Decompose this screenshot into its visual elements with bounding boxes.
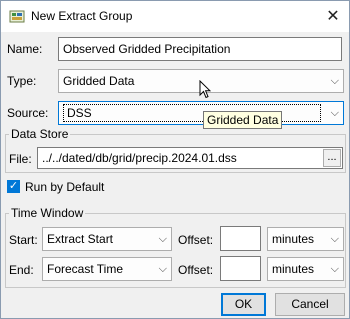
start-select-value: Extract Start: [47, 232, 114, 246]
chevron-down-icon: ⌵: [330, 107, 339, 119]
file-path-field[interactable]: ../../dated/db/grid/precip.2024.01.dss: [37, 147, 343, 169]
chevron-down-icon: ⌵: [330, 263, 339, 275]
chevron-down-icon: ⌵: [158, 263, 167, 275]
start-offset-field[interactable]: [220, 226, 261, 251]
time-window-title: Time Window: [9, 206, 86, 220]
file-label: File:: [9, 152, 32, 166]
end-label: End:: [9, 263, 34, 277]
chevron-down-icon: ⌵: [330, 75, 339, 87]
dialog-window: New Extract Group ✕ Name: Observed Gridd…: [0, 0, 350, 319]
end-offset-field[interactable]: [220, 256, 261, 281]
source-label: Source:: [7, 106, 49, 120]
cancel-button[interactable]: Cancel: [275, 293, 345, 316]
end-select-value: Forecast Time: [47, 262, 124, 276]
data-store-title: Data Store: [9, 127, 71, 141]
title-bar[interactable]: New Extract Group ✕: [1, 1, 349, 32]
start-select[interactable]: Extract Start ⌵: [42, 227, 172, 251]
name-label: Name:: [7, 42, 43, 56]
ok-button[interactable]: OK: [221, 293, 266, 316]
end-units-value: minutes: [272, 262, 315, 276]
source-select[interactable]: DSS ⌵: [58, 101, 344, 125]
chevron-down-icon: ⌵: [330, 233, 339, 245]
start-offset-label: Offset:: [178, 233, 214, 247]
end-units-select[interactable]: minutes ⌵: [267, 257, 344, 281]
check-icon: ✓: [8, 180, 19, 192]
end-offset-label: Offset:: [178, 263, 214, 277]
start-units-select[interactable]: minutes ⌵: [267, 227, 344, 251]
run-by-default-checkbox[interactable]: ✓: [7, 180, 20, 193]
type-select-value: Gridded Data: [63, 74, 135, 88]
close-icon[interactable]: ✕: [323, 7, 343, 27]
start-label: Start:: [9, 233, 38, 247]
browse-button[interactable]: ...: [323, 149, 341, 167]
type-label: Type:: [7, 74, 37, 88]
run-by-default-label: Run by Default: [25, 180, 105, 194]
start-units-value: minutes: [272, 232, 315, 246]
source-tooltip: Gridded Data: [203, 111, 283, 129]
end-select[interactable]: Forecast Time ⌵: [42, 257, 172, 281]
window-title: New Extract Group: [31, 9, 133, 23]
app-icon: [9, 8, 25, 24]
mouse-cursor-icon: [199, 79, 212, 102]
chevron-down-icon: ⌵: [158, 233, 167, 245]
name-field[interactable]: Observed Gridded Precipitation: [58, 37, 342, 61]
